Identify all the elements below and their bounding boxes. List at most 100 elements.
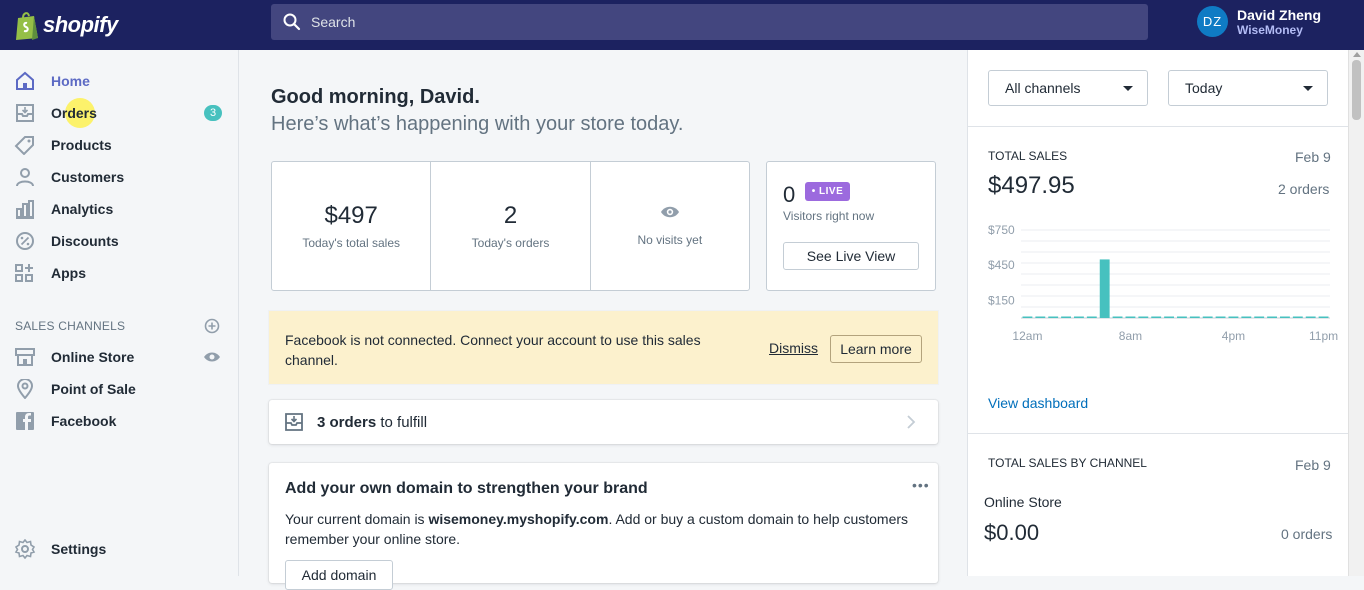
- chart-bar: [1292, 316, 1303, 318]
- user-menu[interactable]: DZ David Zheng WiseMoney: [1197, 6, 1321, 37]
- sidebar-item-point-of-sale[interactable]: Point of Sale: [0, 373, 239, 405]
- greeting-subtitle: Here’s what’s happening with your store …: [271, 113, 684, 135]
- person-icon: [16, 168, 34, 187]
- channel-filter-value: All channels: [1005, 80, 1081, 96]
- orders-icon: [16, 104, 34, 122]
- add-domain-button[interactable]: Add domain: [285, 560, 393, 590]
- live-badge: • LIVE: [805, 182, 850, 201]
- sidebar-item-online-store[interactable]: Online Store: [0, 341, 239, 373]
- shopify-logo[interactable]: shopify: [0, 0, 239, 50]
- chart-bar: [1151, 316, 1162, 318]
- channel-orders: 0 orders: [1281, 526, 1333, 542]
- sidebar-item-label: Facebook: [51, 413, 117, 429]
- chart-bar: [1305, 316, 1316, 318]
- sidebar-item-products[interactable]: Products: [0, 129, 239, 161]
- sidebar-item-home[interactable]: Home: [0, 65, 239, 97]
- scroll-up-icon[interactable]: [1353, 52, 1361, 57]
- chart-x-tick-label: 8am: [1119, 329, 1142, 343]
- discount-icon: [16, 232, 34, 250]
- orders-suffix: to fulfill: [376, 414, 428, 431]
- eye-icon[interactable]: [203, 351, 221, 363]
- today-stats-card: $497 Today's total sales 2 Today's order…: [271, 161, 750, 291]
- chart-bar: [1254, 316, 1265, 318]
- domain-card-text: Your current domain is wisemoney.myshopi…: [285, 509, 915, 549]
- sidebar-item-discounts[interactable]: Discounts: [0, 225, 239, 257]
- sales-chart: $750 $450 $150 12am 8am 4pm 11pm: [988, 223, 1338, 343]
- period-filter-select[interactable]: Today: [1168, 70, 1328, 106]
- greeting-title: Good morning, David.: [271, 86, 480, 108]
- scroll-thumb[interactable]: [1352, 60, 1361, 120]
- search-input[interactable]: Search: [271, 4, 1148, 40]
- chart-x-tick-label: 4pm: [1222, 329, 1245, 343]
- chart-bars: [1022, 259, 1329, 318]
- facebook-banner: Facebook is not connected. Connect your …: [269, 311, 938, 384]
- sidebar-item-label: Orders: [51, 105, 97, 121]
- sidebar-item-orders[interactable]: Orders 3: [0, 97, 239, 129]
- stat-visits: No visits yet: [591, 162, 749, 290]
- chart-bar: [1061, 316, 1071, 318]
- add-domain-card: Add your own domain to strengthen your b…: [269, 463, 938, 590]
- sidebar-item-apps[interactable]: Apps: [0, 257, 239, 289]
- banner-message: Facebook is not connected. Connect your …: [285, 332, 701, 368]
- total-sales-amount: $497.95: [988, 172, 1075, 199]
- scrollbar[interactable]: [1348, 50, 1364, 576]
- channel-filter-select[interactable]: All channels: [988, 70, 1148, 106]
- sales-by-channel-heading: TOTAL SALES BY CHANNEL: [988, 456, 1147, 470]
- chart-grid: [1021, 229, 1330, 319]
- sidebar-item-analytics[interactable]: Analytics: [0, 193, 239, 225]
- stat-value: 2: [503, 202, 518, 229]
- sidebar-item-label: Products: [51, 137, 112, 153]
- facebook-icon: [16, 412, 34, 430]
- chart-bar: [1318, 316, 1329, 318]
- domain-text-prefix: Your current domain is: [285, 511, 429, 527]
- chart-y-tick-label: $750: [988, 223, 1015, 237]
- channel-amount: $0.00: [984, 520, 1040, 545]
- chart-y-labels: $750 $450 $150: [988, 223, 1015, 308]
- dismiss-link[interactable]: Dismiss: [769, 340, 818, 356]
- chart-bar: [1177, 316, 1187, 318]
- sidebar-item-facebook[interactable]: Facebook: [0, 405, 239, 437]
- more-actions-icon[interactable]: •••: [912, 477, 930, 493]
- user-name: David Zheng: [1237, 6, 1322, 23]
- stat-total-sales: $497 Today's total sales: [272, 162, 432, 290]
- search-placeholder: Search: [311, 14, 356, 30]
- chart-bar: [1215, 316, 1226, 318]
- gear-icon: [14, 539, 36, 559]
- orders-to-fulfill-card[interactable]: 3 orders to fulfill: [269, 400, 938, 444]
- see-live-view-button[interactable]: See Live View: [783, 242, 919, 270]
- sidebar-item-settings[interactable]: Settings: [0, 533, 239, 565]
- learn-more-button[interactable]: Learn more: [830, 335, 922, 363]
- sales-by-channel-date: Feb 9: [1295, 457, 1331, 473]
- search-icon: [283, 13, 301, 31]
- divider: [968, 126, 1349, 127]
- stat-orders: 2 Today's orders: [431, 162, 591, 290]
- orders-to-fulfill-text: 3 orders to fulfill: [317, 414, 427, 431]
- stat-label: No visits yet: [637, 233, 703, 247]
- logo-text: shopify: [43, 12, 118, 37]
- current-domain: wisemoney.myshopify.com: [428, 511, 609, 527]
- sales-channels-heading: SALES CHANNELS: [15, 319, 126, 333]
- divider: [968, 433, 1349, 434]
- chart-bar: [1202, 316, 1213, 318]
- chart-bar: [1048, 316, 1059, 318]
- orders-count: 3 orders: [317, 414, 377, 431]
- sidebar-item-label: Apps: [51, 265, 86, 281]
- chevron-right-icon: [907, 415, 916, 429]
- sidebar-item-label: Home: [51, 73, 90, 89]
- stat-label: Today's orders: [471, 236, 550, 250]
- location-pin-icon: [16, 379, 34, 399]
- avatar: DZ: [1197, 6, 1228, 37]
- chart-bar: [1241, 316, 1252, 318]
- orders-count-badge: 3: [204, 105, 222, 121]
- chart-bar: [1189, 316, 1200, 318]
- caret-down-icon: [1303, 86, 1313, 91]
- add-channel-icon[interactable]: [204, 318, 220, 334]
- view-dashboard-link[interactable]: View dashboard: [988, 395, 1088, 411]
- sidebar-item-label: Discounts: [51, 233, 119, 249]
- sidebar-item-customers[interactable]: Customers: [0, 161, 239, 193]
- domain-card-title: Add your own domain to strengthen your b…: [285, 480, 648, 497]
- chart-bar: [1035, 316, 1046, 318]
- sidebar-item-label: Analytics: [51, 201, 114, 217]
- chart-bar: [1022, 316, 1033, 318]
- home-icon: [16, 71, 34, 90]
